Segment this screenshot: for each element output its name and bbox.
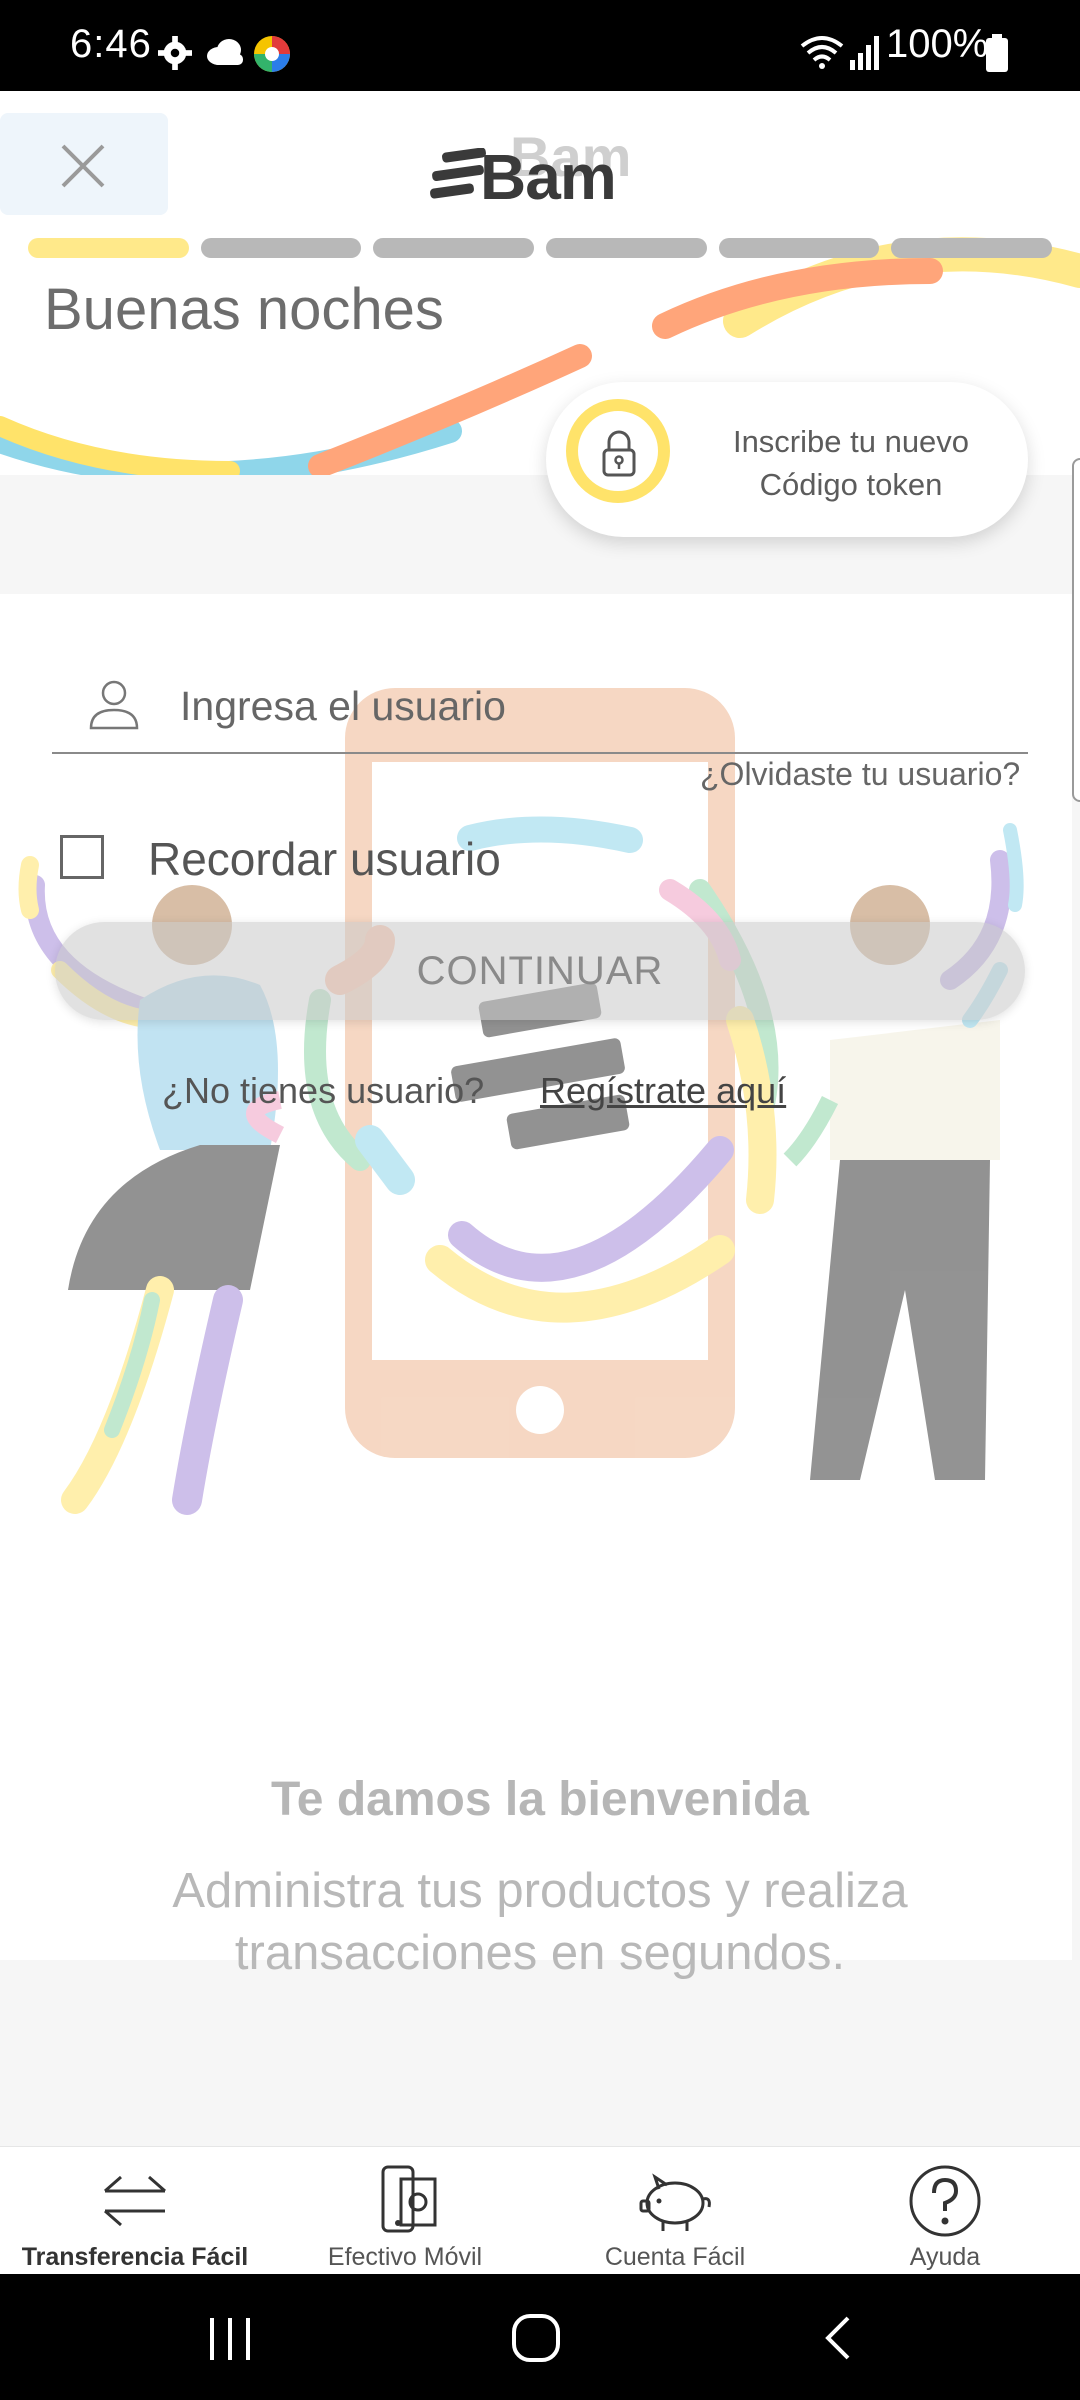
progress-step-6 (891, 238, 1053, 258)
battery-icon (986, 34, 1008, 72)
continue-button[interactable]: CONTINUAR (55, 922, 1025, 1020)
remember-user-label: Recordar usuario (148, 833, 501, 885)
progress-step-2 (200, 238, 362, 258)
back-icon[interactable] (822, 2314, 854, 2362)
battery-percent: 100% (886, 22, 989, 66)
login-form-card (0, 594, 1072, 1960)
welcome-title: Te damos la bienvenida (271, 1773, 809, 1826)
token-card-line1: Inscribe tu nuevo (732, 424, 970, 459)
username-input[interactable] (178, 660, 1002, 752)
piggy-bank-icon (639, 2173, 711, 2231)
nav-label: Cuenta Fácil (604, 2243, 746, 2271)
welcome-subtitle: Administra tus productos y realiza trans… (172, 1864, 908, 1980)
nav-cuenta-facil[interactable]: Cuenta Fácil (540, 2147, 810, 2275)
mobile-cash-icon (381, 2165, 437, 2233)
token-card-text: Inscribe tu nuevo Código token (696, 420, 1006, 506)
system-navigation-bar (0, 2274, 1080, 2400)
logo: Bam (480, 141, 617, 213)
status-time: 6:46 (70, 22, 152, 66)
status-bar: 6:46 100% (0, 0, 1080, 91)
home-icon[interactable] (510, 2312, 562, 2364)
remember-user-checkbox[interactable] (60, 835, 104, 879)
forgot-username-link[interactable]: ¿Olvidaste tu usuario? (700, 756, 1020, 793)
nav-label: Transferencia Fácil (21, 2243, 249, 2271)
help-circle-icon (909, 2165, 981, 2237)
app-notification-icon (254, 36, 290, 72)
username-field[interactable] (52, 660, 1028, 754)
recent-apps-icon[interactable] (206, 2316, 256, 2362)
settings-gear-icon (158, 36, 192, 70)
user-icon (89, 680, 139, 730)
close-icon (61, 144, 105, 188)
wifi-icon (800, 36, 844, 69)
progress-step-3 (373, 238, 535, 258)
nav-transferencia-facil[interactable]: Transferencia Fácil (0, 2147, 270, 2275)
signal-icon (850, 36, 879, 70)
side-panel-handle[interactable] (1072, 458, 1080, 802)
nav-label: Ayuda (909, 2243, 981, 2271)
greeting-title: Buenas noches (44, 277, 444, 342)
progress-step-5 (718, 238, 880, 258)
progress-step-1 (28, 238, 189, 258)
token-card-line2: Código token (759, 467, 943, 502)
register-link[interactable]: Regístrate aquí (540, 1070, 786, 1112)
nav-ayuda[interactable]: Ayuda (810, 2147, 1080, 2275)
token-enrollment-card[interactable]: Inscribe tu nuevo Código token (546, 382, 1028, 537)
bottom-navigation: Transferencia Fácil Efectivo Móvil Cuent… (0, 2146, 1080, 2275)
progress-stepper (28, 238, 1053, 260)
close-button[interactable] (0, 113, 168, 215)
nav-efectivo-movil[interactable]: Efectivo Móvil (270, 2147, 540, 2275)
no-user-text: ¿No tienes usuario? (162, 1070, 485, 1111)
logo-mark-icon (428, 147, 488, 202)
transfer-arrows-icon (104, 2175, 166, 2227)
lock-icon (602, 430, 636, 477)
cloud-icon (207, 39, 243, 65)
nav-label: Efectivo Móvil (327, 2243, 483, 2271)
progress-step-4 (546, 238, 707, 258)
